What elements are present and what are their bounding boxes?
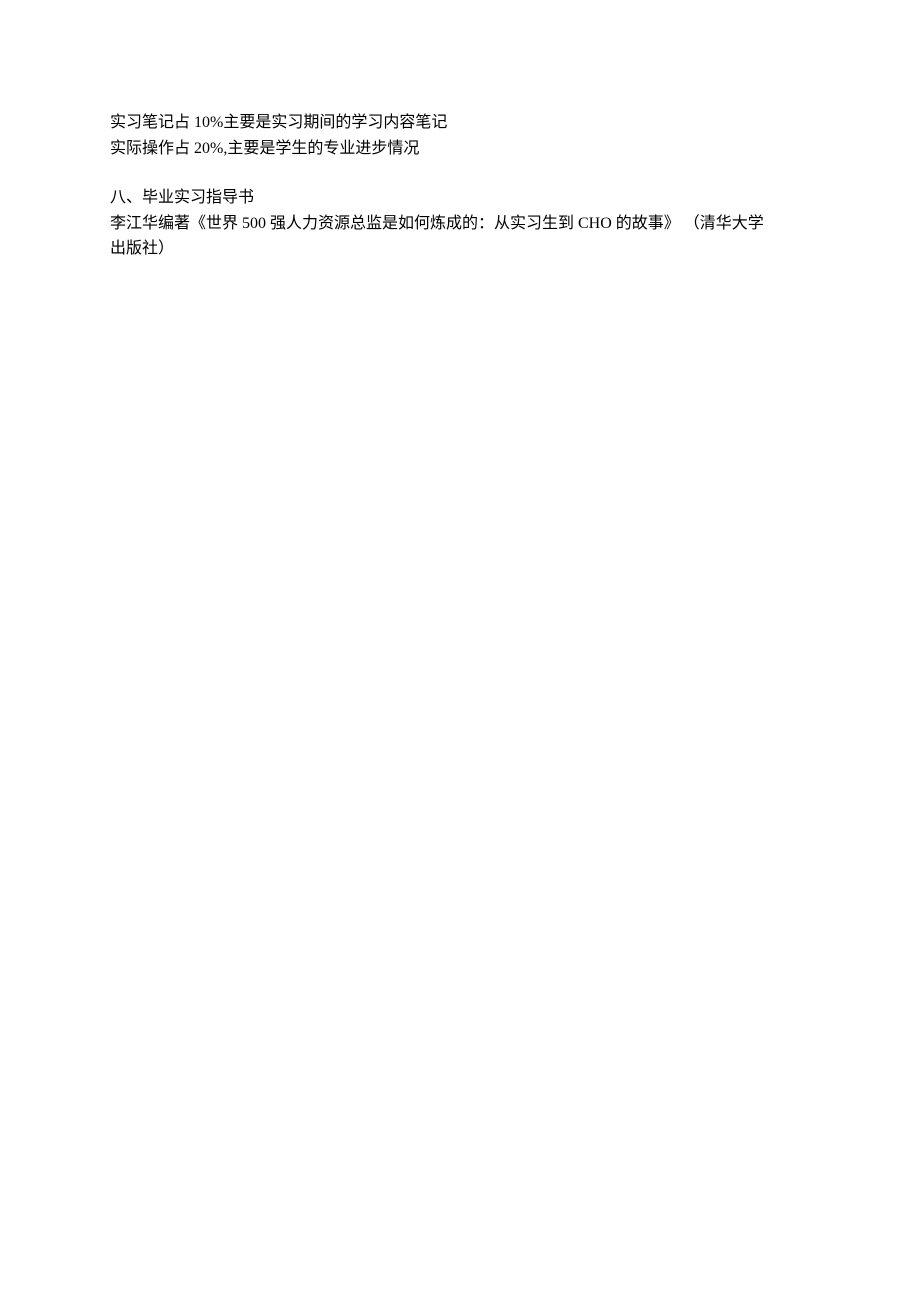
section-heading-eight: 八、毕业实习指导书 <box>110 185 810 211</box>
practice-percentage-line: 实际操作占 20%,主要是学生的专业进步情况 <box>110 136 810 162</box>
reference-book-line2: 出版社） <box>110 236 810 262</box>
notes-percentage-line: 实习笔记占 10%主要是实习期间的学习内容笔记 <box>110 110 810 136</box>
reference-book-line1: 李江华编著《世界 500 强人力资源总监是如何炼成的：从实习生到 CHO 的故事… <box>110 211 810 237</box>
